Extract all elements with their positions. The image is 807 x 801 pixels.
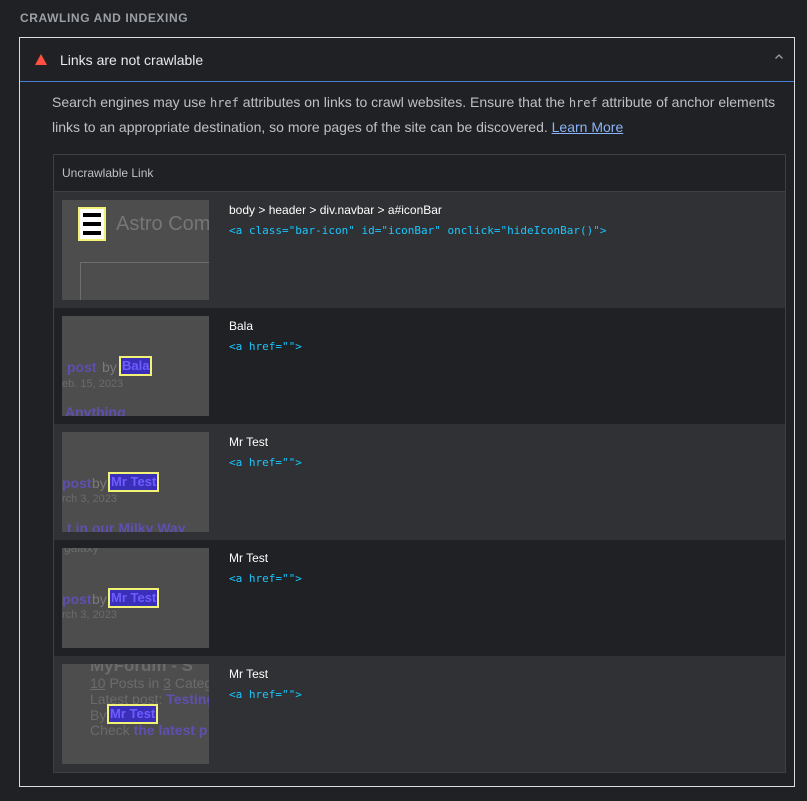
learn-more-link[interactable]: Learn More bbox=[552, 119, 624, 135]
node-snippet: <a href=""> bbox=[229, 456, 302, 469]
audit-links-not-crawlable: Links are not crawlable Search engines m… bbox=[19, 37, 795, 787]
highlighted-link: Bala bbox=[119, 356, 153, 376]
node-snippet: <a href=""> bbox=[229, 572, 302, 585]
menu-icon bbox=[78, 207, 106, 241]
element-screenshot: post by Mr Test rch 3, 2023 t in our Mil… bbox=[62, 432, 209, 532]
chevron-up-icon[interactable] bbox=[773, 51, 785, 63]
uncrawlable-links-table: Uncrawlable Link Astro Com body > header… bbox=[53, 154, 786, 773]
element-screenshot: Astro Com bbox=[62, 200, 209, 300]
node-label: Mr Test bbox=[229, 551, 269, 565]
highlighted-link: Mr Test bbox=[108, 588, 160, 608]
section-title: CRAWLING AND INDEXING bbox=[20, 11, 189, 25]
highlighted-link: Mr Test bbox=[108, 472, 160, 492]
table-row: post by Mr Test rch 3, 2023 t in our Mil… bbox=[54, 424, 785, 540]
highlighted-link: Mr Test bbox=[107, 704, 159, 724]
node-snippet: <a class="bar-icon" id="iconBar" onclick… bbox=[229, 224, 607, 237]
node-snippet: <a href=""> bbox=[229, 340, 302, 353]
audit-header[interactable]: Links are not crawlable bbox=[20, 38, 794, 82]
code-href: href bbox=[209, 96, 239, 110]
element-screenshot: post by Bala eb. 15, 2023 Anything bbox=[62, 316, 209, 416]
fail-triangle-icon bbox=[35, 54, 47, 65]
node-snippet: <a href=""> bbox=[229, 688, 302, 701]
code-href: href bbox=[568, 96, 598, 110]
element-screenshot: MyForum - S 10 Posts in 3 Categ Latest p… bbox=[62, 664, 209, 764]
table-header: Uncrawlable Link bbox=[54, 155, 785, 192]
table-row: post by Bala eb. 15, 2023 Anything Bala … bbox=[54, 308, 785, 424]
node-label: Bala bbox=[229, 319, 254, 333]
audit-description: Search engines may use href attributes o… bbox=[52, 94, 776, 135]
audit-title: Links are not crawlable bbox=[60, 51, 204, 68]
node-label: body > header > div.navbar > a#iconBar bbox=[229, 203, 442, 217]
table-row: Astro Com body > header > div.navbar > a… bbox=[54, 192, 785, 308]
node-label: Mr Test bbox=[229, 667, 269, 681]
table-row: MyForum - S 10 Posts in 3 Categ Latest p… bbox=[54, 656, 785, 772]
element-screenshot: galaxy post by Mr Test rch 3, 2023 bbox=[62, 548, 209, 648]
table-row: galaxy post by Mr Test rch 3, 2023 Mr Te… bbox=[54, 540, 785, 656]
node-label: Mr Test bbox=[229, 435, 269, 449]
